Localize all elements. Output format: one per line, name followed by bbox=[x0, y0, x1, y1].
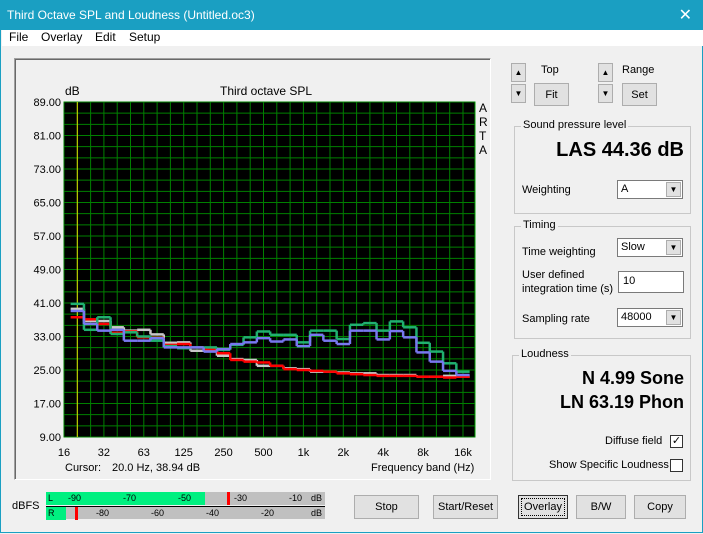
x-tick-label: 63 bbox=[138, 447, 150, 459]
meter-left: L -90 -70 -50 -30 -10 dB bbox=[46, 492, 325, 505]
meter-tick: -30 bbox=[234, 493, 248, 503]
y-tick-label: 49.00 bbox=[33, 265, 61, 277]
y-tick-label: 73.00 bbox=[33, 164, 61, 176]
bw-button[interactable]: B/W bbox=[576, 495, 626, 519]
range-up-button[interactable]: ▲ bbox=[598, 63, 613, 82]
x-tick-label: 250 bbox=[214, 447, 232, 459]
y-tick-label: 17.00 bbox=[33, 399, 61, 411]
y-tick-label: 41.00 bbox=[33, 298, 61, 310]
sampling-rate-value: 48000 bbox=[621, 311, 652, 323]
y-tick-label: 89.00 bbox=[33, 97, 61, 109]
integration-time-input[interactable]: 10 bbox=[618, 271, 684, 293]
y-tick-label: 65.00 bbox=[33, 198, 61, 210]
x-axis-label: Frequency band (Hz) bbox=[371, 462, 475, 474]
diffuse-field-label: Diffuse field bbox=[605, 435, 663, 447]
app-window: Third Octave SPL and Loudness (Untitled.… bbox=[0, 0, 703, 533]
loudness-n-value: N 4.99 Sone bbox=[581, 368, 684, 388]
x-tick-label: 1k bbox=[298, 447, 310, 459]
top-up-button[interactable]: ▲ bbox=[511, 63, 526, 82]
meter-right-peak bbox=[75, 507, 79, 520]
range-label: Range bbox=[622, 64, 655, 76]
copy-button[interactable]: Copy bbox=[634, 495, 686, 519]
meter-unit: dB bbox=[311, 493, 323, 503]
chevron-down-icon: ▼ bbox=[666, 240, 681, 255]
fit-button[interactable]: Fit bbox=[534, 83, 569, 106]
time-weighting-label: Time weighting bbox=[522, 246, 596, 258]
y-tick-label: 33.00 bbox=[33, 332, 61, 344]
y-tick-label: 25.00 bbox=[33, 365, 61, 377]
meter-tick: -80 bbox=[96, 508, 110, 518]
x-tick-label: 2k bbox=[337, 447, 349, 459]
weighting-value: A bbox=[621, 183, 629, 195]
x-tick-label: 16 bbox=[58, 447, 70, 459]
x-tick-label: 125 bbox=[175, 447, 193, 459]
loudness-legend: Loudness bbox=[519, 348, 571, 360]
y-tick-label: 9.00 bbox=[40, 432, 61, 444]
meter-tick: -60 bbox=[151, 508, 165, 518]
y-tick-label: 81.00 bbox=[33, 131, 61, 143]
integration-label-1: User defined bbox=[522, 269, 585, 281]
specific-loudness-label: Show Specific Loudness bbox=[549, 459, 669, 471]
meter-tick: -50 bbox=[178, 493, 192, 503]
specific-loudness-checkbox[interactable] bbox=[670, 459, 683, 472]
dbfs-label: dBFS bbox=[12, 500, 40, 512]
chevron-down-icon: ▼ bbox=[666, 182, 681, 197]
top-label: Top bbox=[541, 64, 559, 76]
time-weighting-select[interactable]: Slow ▼ bbox=[617, 238, 683, 257]
top-down-button[interactable]: ▼ bbox=[511, 84, 526, 103]
spl-value: LAS 44.36 dB bbox=[556, 139, 684, 161]
meter-tick: -70 bbox=[123, 493, 137, 503]
x-tick-label: 500 bbox=[254, 447, 272, 459]
loudness-ln-value: LN 63.19 Phon bbox=[559, 392, 684, 412]
x-tick-label: 4k bbox=[377, 447, 389, 459]
sampling-rate-select[interactable]: 48000 ▼ bbox=[617, 308, 683, 327]
meter-left-channel: L bbox=[48, 493, 54, 503]
x-tick-label: 8k bbox=[417, 447, 429, 459]
set-button[interactable]: Set bbox=[622, 83, 657, 106]
meter-unit: dB bbox=[311, 508, 323, 518]
start-reset-button[interactable]: Start/Reset bbox=[433, 495, 498, 519]
overlay-button[interactable]: Overlay bbox=[518, 495, 568, 519]
stop-button[interactable]: Stop bbox=[354, 495, 419, 519]
y-tick-label: 57.00 bbox=[33, 231, 61, 243]
weighting-select[interactable]: A ▼ bbox=[617, 180, 683, 199]
integration-label-2: integration time (s) bbox=[522, 283, 614, 295]
meter-left-peak bbox=[227, 492, 231, 505]
sampling-rate-label: Sampling rate bbox=[522, 313, 590, 325]
timing-legend: Timing bbox=[521, 219, 558, 231]
range-down-button[interactable]: ▼ bbox=[598, 84, 613, 103]
meter-tick: -40 bbox=[206, 508, 220, 518]
cursor-value: 20.0 Hz, 38.94 dB bbox=[112, 462, 201, 474]
cursor-label: Cursor: bbox=[65, 462, 102, 474]
meter-tick: -20 bbox=[261, 508, 275, 518]
spl-legend: Sound pressure level bbox=[521, 119, 629, 131]
chevron-down-icon: ▼ bbox=[666, 310, 681, 325]
meter-right: R -80 -60 -40 -20 dB bbox=[46, 506, 325, 520]
x-tick-label: 32 bbox=[98, 447, 110, 459]
meter-tick: -90 bbox=[68, 493, 82, 503]
weighting-label: Weighting bbox=[522, 184, 571, 196]
meter-right-channel: R bbox=[48, 508, 55, 518]
time-weighting-value: Slow bbox=[621, 241, 645, 253]
meter-tick: -10 bbox=[289, 493, 303, 503]
diffuse-field-checkbox[interactable]: ✓ bbox=[670, 435, 683, 448]
x-tick-label: 16k bbox=[454, 447, 472, 459]
